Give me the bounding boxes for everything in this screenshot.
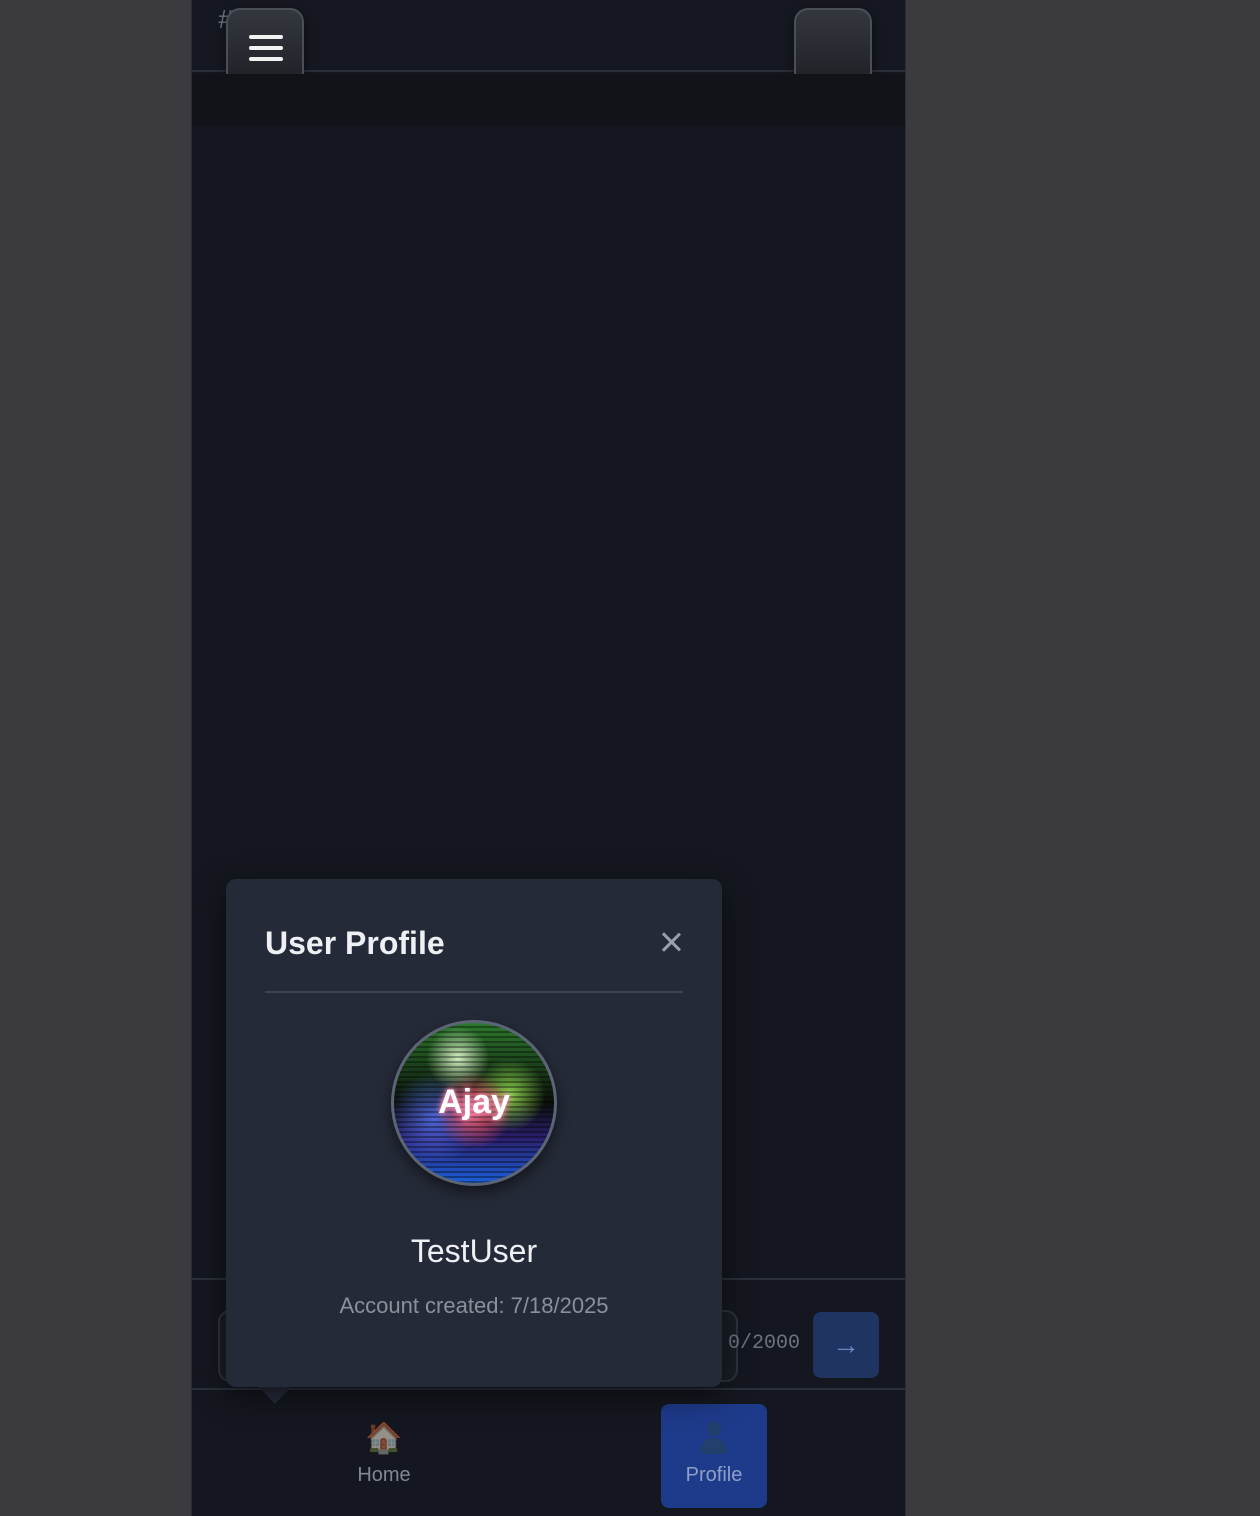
bottom-nav: 🏠 Home Profile [192, 1388, 905, 1516]
popover-title: User Profile [265, 925, 445, 961]
hamburger-icon [249, 35, 283, 61]
popover-arrow [258, 1386, 292, 1404]
send-button[interactable]: → [813, 1312, 879, 1378]
divider [265, 991, 683, 993]
arrow-right-icon: → [832, 1329, 860, 1360]
username: TestUser [410, 1233, 538, 1269]
nav-profile[interactable]: Profile [661, 1404, 767, 1508]
account-created: Account created: 7/18/2025 [339, 1293, 609, 1318]
person-icon [699, 1422, 729, 1456]
home-icon: 🏠 [365, 1422, 403, 1455]
top-bar: # [192, 0, 905, 86]
nav-home-label: Home [357, 1464, 411, 1486]
character-counter: 0/2000 [728, 1332, 801, 1355]
avatar-text: Ajay [438, 1083, 510, 1121]
channel-subheader [192, 74, 905, 126]
close-icon[interactable] [656, 927, 686, 957]
nav-profile-label: Profile [685, 1464, 743, 1486]
nav-home[interactable]: 🏠 Home [331, 1404, 437, 1508]
avatar: Ajay [391, 1020, 557, 1186]
user-profile-popover: User Profile Ajay TestUser Account creat… [226, 879, 722, 1387]
